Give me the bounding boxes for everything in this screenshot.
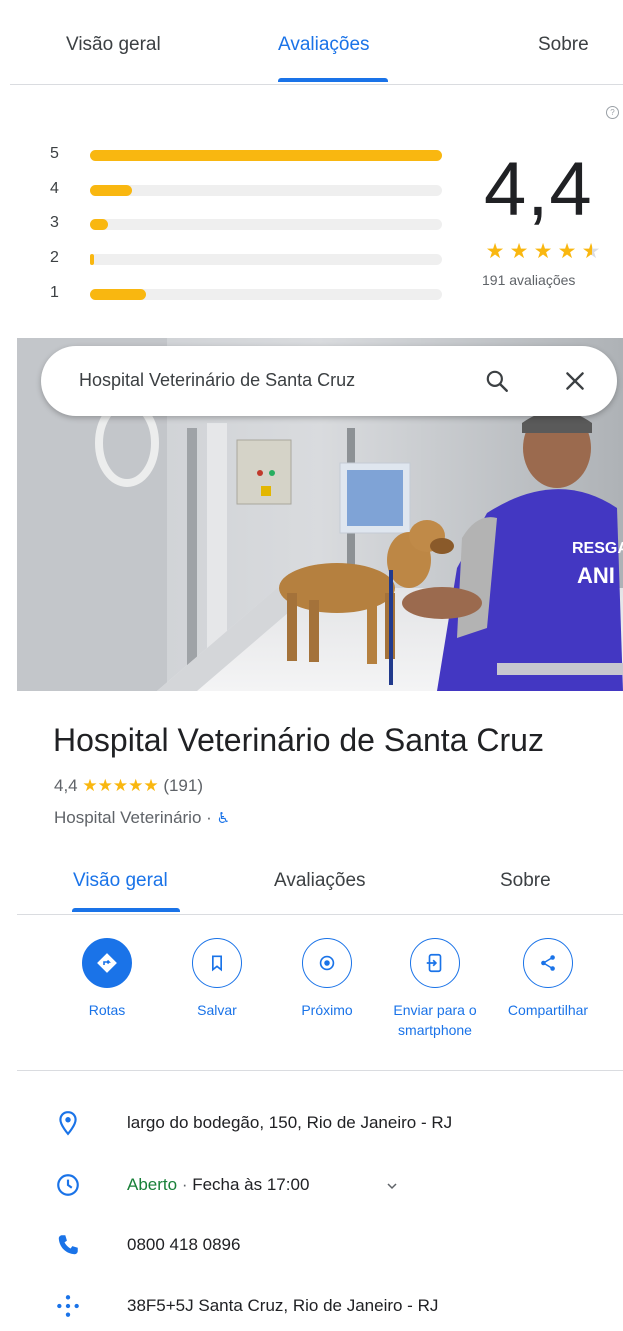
histogram-row: 5 [50,145,450,165]
share-label: Compartilhar [507,1002,589,1018]
histogram-row: 2 [50,249,450,269]
svg-text:ANI: ANI [577,563,615,588]
address-row[interactable]: largo do bodegão, 150, Rio de Janeiro - … [17,1104,623,1144]
star-rating-icon: ★★★★★ [82,776,159,795]
histogram-row: 4 [50,180,450,200]
star-icon: ★ [557,240,577,263]
directions-label: Rotas [88,1002,126,1018]
rating-value: 4,4 [54,776,78,795]
histogram-star-label: 1 [50,284,59,301]
close-icon[interactable] [562,368,588,394]
send-to-phone-label: Enviar para o smartphone [380,1000,490,1040]
action-bar: Rotas Salvar Próximo Enviar para o smart… [17,930,623,1071]
tab-reviews[interactable]: Avaliações [278,34,370,56]
phone-row[interactable]: 0800 418 0896 [17,1226,623,1266]
review-count[interactable]: (191) [163,776,203,795]
histogram-star-label: 2 [50,249,59,266]
nearby-label: Próximo [301,1002,353,1018]
place-title: Hospital Veterinário de Santa Cruz [53,722,544,758]
save-button[interactable]: Salvar [162,938,272,1020]
star-icon: ★ [533,240,553,263]
average-rating: 4,4 [484,147,593,232]
send-to-phone-button[interactable]: Enviar para o smartphone [380,938,490,1040]
active-tab-indicator [72,908,180,912]
tab-overview[interactable]: Visão geral [66,34,161,56]
hours-row[interactable]: Aberto · Fecha às 17:00 [17,1166,623,1206]
search-input[interactable]: Hospital Veterinário de Santa Cruz [79,370,355,391]
tab-overview[interactable]: Visão geral [73,870,168,892]
send-to-phone-label-line1: Enviar para o [393,1002,477,1018]
histogram-track [90,219,442,230]
hours-text[interactable]: Aberto · Fecha às 17:00 [127,1175,309,1195]
share-icon[interactable] [523,938,573,988]
phone-text[interactable]: 0800 418 0896 [127,1235,240,1255]
active-tab-indicator [278,78,388,82]
directions-button[interactable]: Rotas [52,938,162,1020]
histogram-fill [90,219,108,230]
send-to-phone-label-line2: smartphone [398,1022,472,1038]
histogram-star-label: 4 [50,180,59,197]
phone-icon [58,1235,78,1255]
half-star-icon: ★ [579,239,603,264]
histogram-fill [90,150,442,161]
plus-code-text[interactable]: 38F5+5J Santa Cruz, Rio de Janeiro - RJ [127,1296,438,1316]
hours-separator: · [177,1175,193,1194]
histogram-track [90,254,442,265]
tab-about[interactable]: Sobre [538,34,589,56]
review-count[interactable]: 191 avaliações [482,272,575,288]
histogram-star-label: 3 [50,214,59,231]
tab-about[interactable]: Sobre [500,870,551,892]
histogram-fill [90,289,146,300]
nearby-icon[interactable] [302,938,352,988]
histogram-track [90,150,442,161]
wheelchair-icon[interactable]: ♿ [217,810,230,827]
star-icon: ★ [509,240,529,263]
histogram-star-label: 5 [50,145,59,162]
histogram-track [90,289,442,300]
search-icon[interactable] [484,368,510,394]
search-bar[interactable]: Hospital Veterinário de Santa Cruz [41,346,617,416]
send-to-phone-icon[interactable] [410,938,460,988]
histogram-track [90,185,442,196]
bookmark-icon[interactable] [192,938,242,988]
rating-line[interactable]: 4,4 ★★★★★ (191) [54,776,203,796]
directions-icon[interactable] [82,938,132,988]
place-category[interactable]: Hospital Veterinário [54,808,201,827]
separator-dot: · [206,808,212,827]
svg-text:RESGA: RESGA [572,540,623,557]
tab-reviews[interactable]: Avaliações [274,870,366,892]
star-rating-icon: ★★★★★ [483,239,609,264]
plus-code-row[interactable]: 38F5+5J Santa Cruz, Rio de Janeiro - RJ [17,1287,623,1327]
nearby-button[interactable]: Próximo [272,938,382,1020]
reviews-tab-bar: Visão geral Avaliações Sobre [10,0,623,85]
histogram-row: 1 [50,284,450,304]
histogram-fill [90,254,94,265]
star-icon: ★ [485,240,505,263]
place-tab-bar: Visão geral Avaliações Sobre [17,850,623,915]
closing-time: Fecha às 17:00 [192,1175,310,1194]
share-button[interactable]: Compartilhar [493,938,603,1020]
plus-code-icon [57,1295,79,1317]
reviews-summary-panel: Visão geral Avaliações Sobre ? 5 4 3 2 1… [0,0,623,338]
save-label: Salvar [197,1002,237,1018]
address-text[interactable]: largo do bodegão, 150, Rio de Janeiro - … [127,1113,452,1133]
location-pin-icon [59,1111,77,1136]
category-line: Hospital Veterinário · ♿ [54,808,230,828]
histogram-row: 3 [50,214,450,234]
open-status: Aberto [127,1175,178,1194]
histogram-fill [90,185,132,196]
chevron-down-icon[interactable] [385,1179,399,1193]
clock-icon [57,1174,79,1196]
help-icon[interactable]: ? [606,106,619,119]
